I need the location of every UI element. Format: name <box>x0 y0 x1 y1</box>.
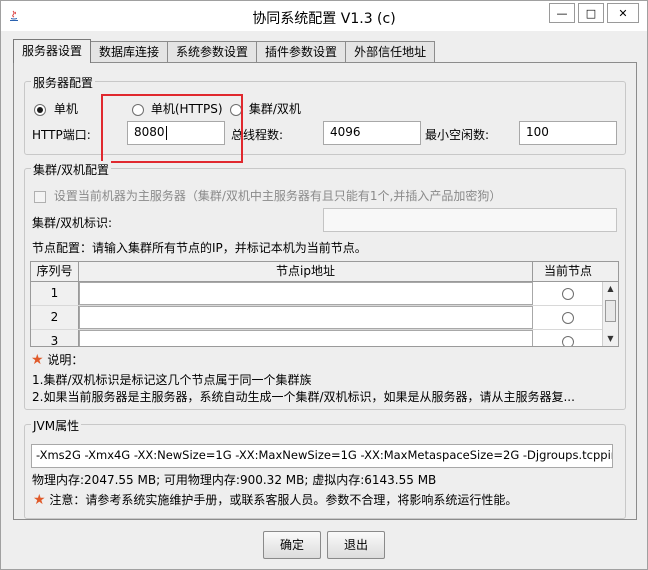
radio-selected-icon <box>34 103 46 116</box>
row-number: 3 <box>31 330 79 346</box>
node-ip-input[interactable] <box>79 282 533 305</box>
config-window: 协同系统配置 V1.3 (c) — □ ✕ 服务器设置 数据库连接 系统参数设置… <box>0 0 648 570</box>
table-row: 3 <box>31 330 603 346</box>
tab-system-parameters[interactable]: 系统参数设置 <box>167 41 258 63</box>
minimize-button[interactable]: — <box>549 3 575 23</box>
minimize-icon: — <box>556 6 568 20</box>
table-row: 1 <box>31 282 603 306</box>
mode-radio-standalone[interactable]: 单机 <box>34 100 78 117</box>
note-title: ★ 说明： <box>31 351 83 368</box>
note-title-text: 说明： <box>47 353 84 367</box>
jvm-warning: ★ 注意：请参考系统实施维护手册，或联系客服人员。参数不合理，将影响系统运行性能… <box>33 491 517 508</box>
cluster-id-label: 集群/双机标识: <box>32 216 113 230</box>
maximize-icon: □ <box>585 6 597 20</box>
node-config-text: 节点配置：请输入集群所有节点的IP，并标记本机为当前节点。 <box>32 241 367 255</box>
row-number: 2 <box>31 306 79 329</box>
radio-unselected-icon <box>562 335 574 346</box>
table-scrollbar[interactable]: ▲ ▼ <box>602 282 618 346</box>
star-icon: ★ <box>33 492 46 508</box>
cluster-config-legend: 集群/双机配置 <box>31 161 112 178</box>
mode-label-standalone: 单机 <box>53 102 78 116</box>
set-master-checkbox[interactable]: 设置当前机器为主服务器（集群/双机中主服务器有且只能有1个,并插入产品加密狗） <box>34 187 501 204</box>
note-line-1: 1.集群/双机标识是标记这几个节点属于同一个集群族 <box>32 373 312 387</box>
col-header-ip: 节点ip地址 <box>79 262 533 281</box>
ok-button[interactable]: 确定 <box>263 531 321 559</box>
cluster-id-input[interactable] <box>323 208 617 232</box>
current-node-radio[interactable] <box>533 282 603 305</box>
close-icon: ✕ <box>618 6 628 20</box>
jvm-args-input[interactable]: -Xms2G -Xmx4G -XX:NewSize=1G -XX:MaxNewS… <box>31 444 613 468</box>
mode-label-cluster: 集群/双机 <box>248 102 301 116</box>
highlight-box <box>101 94 243 163</box>
title-bar: 协同系统配置 V1.3 (c) — □ ✕ <box>1 1 647 31</box>
table-row: 2 <box>31 306 603 330</box>
jvm-legend: JVM属性 <box>31 417 82 434</box>
jvm-warning-text: 注意：请参考系统实施维护手册，或联系客服人员。参数不合理，将影响系统运行性能。 <box>49 493 518 507</box>
note-line-2: 2.如果当前服务器是主服务器，系统自动生成一个集群/双机标识，如果是从服务器，请… <box>32 390 575 404</box>
checkbox-icon <box>34 190 46 203</box>
table-corner <box>602 262 618 282</box>
tab-external-trusted-addresses[interactable]: 外部信任地址 <box>345 41 436 63</box>
current-node-radio[interactable] <box>533 306 603 329</box>
server-config-legend: 服务器配置 <box>31 74 96 91</box>
memory-info: 物理内存:2047.55 MB; 可用物理内存:900.32 MB; 虚拟内存:… <box>32 473 437 487</box>
col-header-current: 当前节点 <box>543 264 592 278</box>
radio-unselected-icon <box>562 287 574 300</box>
tab-server-settings[interactable]: 服务器设置 <box>13 39 92 63</box>
node-ip-input[interactable] <box>79 306 533 329</box>
http-port-label: HTTP端口: <box>32 128 91 142</box>
maximize-button[interactable]: □ <box>578 3 604 23</box>
tab-bar: 服务器设置 数据库连接 系统参数设置 插件参数设置 外部信任地址 <box>13 39 436 63</box>
close-button[interactable]: ✕ <box>607 3 639 23</box>
scroll-thumb[interactable] <box>605 300 616 322</box>
tab-database-connection[interactable]: 数据库连接 <box>90 41 169 63</box>
node-table: 序列号 节点ip地址 当前节点 1 2 3 ▲ ▼ <box>30 261 619 347</box>
row-number: 1 <box>31 282 79 305</box>
current-node-radio[interactable] <box>533 330 603 346</box>
radio-unselected-icon <box>562 311 574 324</box>
star-icon: ★ <box>31 352 44 368</box>
tab-plugin-parameters[interactable]: 插件参数设置 <box>256 41 347 63</box>
min-idle-input[interactable]: 100 <box>519 121 617 145</box>
set-master-label: 设置当前机器为主服务器（集群/双机中主服务器有且只能有1个,并插入产品加密狗） <box>53 189 502 203</box>
scroll-up-icon[interactable]: ▲ <box>605 284 616 294</box>
node-table-header: 序列号 节点ip地址 当前节点 <box>31 262 603 282</box>
min-idle-label: 最小空闲数: <box>425 128 490 142</box>
scroll-down-icon[interactable]: ▼ <box>605 334 616 344</box>
exit-button[interactable]: 退出 <box>327 531 385 559</box>
node-ip-input[interactable] <box>79 330 533 346</box>
col-header-serial: 序列号 <box>31 262 79 281</box>
total-threads-input[interactable]: 4096 <box>323 121 421 145</box>
